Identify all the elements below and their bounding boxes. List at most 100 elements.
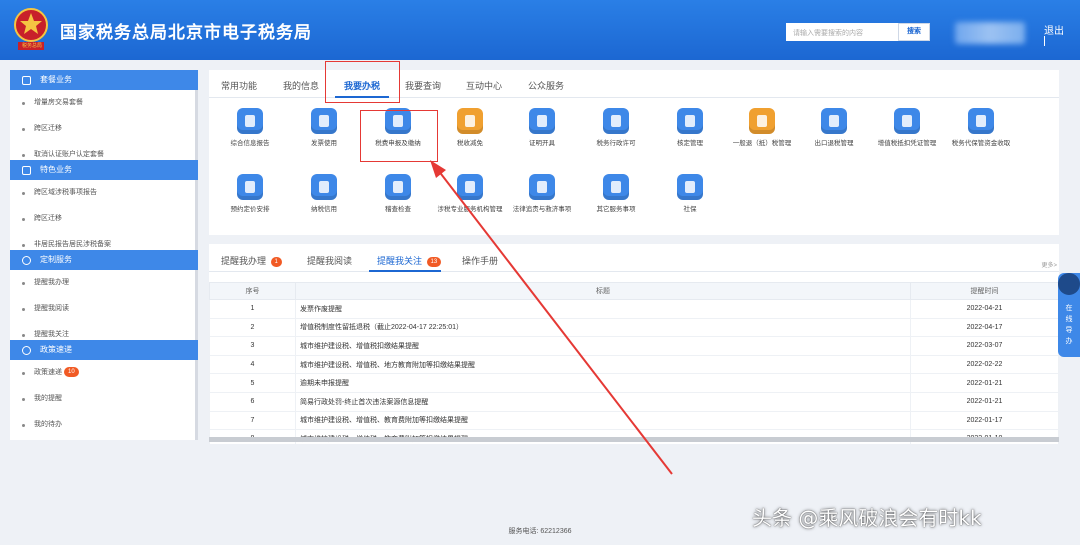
highlight-box-function <box>360 110 438 162</box>
sidebar-group-custom: 定制服务 提醒我办理 提醒我阅读 提醒我关注 <box>10 250 198 340</box>
sidebar-item[interactable]: 提醒我办理 <box>10 270 195 296</box>
row-index: 1 <box>209 299 296 319</box>
column-header: 序号 <box>209 282 296 300</box>
sidebar-group-special: 特色业务 跨区域涉税事项报告 跨区迁移 非居民报告居民涉税备案 <box>10 160 198 250</box>
function-item[interactable]: 核定管理 <box>654 108 726 148</box>
tab-common[interactable]: 常用功能 <box>221 79 257 92</box>
sidebar-item[interactable]: 我的提醒 <box>10 386 195 412</box>
function-icon <box>237 174 263 200</box>
table-row[interactable]: 5 逾期未申报提醒 2022-01-21 <box>209 373 1059 393</box>
function-item[interactable]: 其它服务事项 <box>580 174 652 214</box>
table-row[interactable]: 6 简易行政处罚-终止首次违法案源信息提醒 2022-01-21 <box>209 391 1059 412</box>
sidebar-list[interactable]: 增量房交易套餐 跨区迁移 取消认证账户认定套餐 <box>10 90 198 160</box>
row-date: 2022-04-17 <box>910 317 1059 338</box>
function-icon-detail <box>685 115 695 127</box>
function-item[interactable]: 纳税信用 <box>288 174 360 214</box>
online-help-label: 在线导办 <box>1065 305 1073 345</box>
sidebar-list[interactable]: 跨区域涉税事项报告 跨区迁移 非居民报告居民涉税备案 <box>10 180 198 250</box>
function-icon <box>821 108 847 134</box>
sidebar-group-header[interactable]: 政策速递 <box>10 340 198 360</box>
sidebar-item[interactable]: 提醒我关注 <box>10 322 195 340</box>
function-item[interactable]: 税务行政许可 <box>580 108 652 148</box>
reminder-table: 序号 标题 提醒时间 1 发票作废提醒 2022-04-21 2 增值税制度性留抵退税（… <box>209 282 1059 444</box>
sidebar-group-header[interactable]: 套餐业务 <box>10 70 198 90</box>
row-title[interactable]: 简易行政处罚-终止首次违法案源信息提醒 <box>295 391 911 412</box>
tab-remind-read[interactable]: 提醒我阅读 <box>307 254 352 267</box>
logout-divider <box>1044 36 1045 46</box>
function-label: 预约定价安排 <box>230 206 270 213</box>
count-badge: 1 <box>270 256 282 267</box>
row-date: 2022-01-21 <box>910 391 1059 412</box>
function-label: 一般退（抵）税管理 <box>732 140 792 147</box>
tab-my-info[interactable]: 我的信息 <box>283 79 319 92</box>
function-item[interactable]: 涉税专业服务机构管理 <box>434 174 506 214</box>
function-item[interactable]: 税收减免 <box>434 108 506 148</box>
tab-interaction[interactable]: 互动中心 <box>466 79 502 92</box>
table-row[interactable]: 3 城市维护建设税、增值税扣缴结果提醒 2022-03-07 <box>209 336 1059 356</box>
function-icon <box>385 174 411 200</box>
table-row[interactable]: 2 增值税制度性留抵退税（截止2022-04-17 22:25:01） 2022-0… <box>209 317 1059 338</box>
sidebar-group-header[interactable]: 特色业务 <box>10 160 198 180</box>
sidebar-item[interactable]: 我的待办 <box>10 412 195 438</box>
sidebar-item[interactable]: 政策速递 10 <box>10 360 195 386</box>
sidebar-item[interactable]: 跨区域涉税事项报告 <box>10 180 195 206</box>
row-date: 2022-03-07 <box>910 336 1059 356</box>
count-badge: 13 <box>426 256 442 267</box>
function-item[interactable]: 法律追责与救济事项 <box>506 174 578 214</box>
function-icon-detail <box>757 115 767 127</box>
function-item[interactable]: 发票使用 <box>288 108 360 148</box>
function-item[interactable]: 证明开具 <box>506 108 578 148</box>
function-item[interactable]: 增值税抵扣凭证管理 <box>871 108 943 148</box>
sidebar-item[interactable]: 非居民报告居民涉税备案 <box>10 232 195 250</box>
sidebar-list[interactable]: 政策速递 10 我的提醒 我的待办 <box>10 360 198 440</box>
column-header: 提醒时间 <box>910 282 1059 300</box>
sidebar-item[interactable]: 取消认证账户认定套餐 <box>10 142 195 160</box>
tab-manual[interactable]: 操作手册 <box>462 254 498 267</box>
tab-query[interactable]: 我要查询 <box>405 79 441 92</box>
table-row[interactable]: 4 城市维护建设税、增值税、地方教育附加等扣缴结果提醒 2022-02-22 <box>209 354 1059 375</box>
logout-link[interactable]: 退出 <box>1044 22 1064 37</box>
function-item[interactable]: 税务代保管资金收取 <box>945 108 1017 148</box>
row-index: 6 <box>209 391 296 412</box>
sidebar-item[interactable]: 提醒我阅读 <box>10 296 195 322</box>
sidebar: 套餐业务 增量房交易套餐 跨区迁移 取消认证账户认定套餐 特色业务 跨区域涉税事… <box>10 70 198 440</box>
search-input[interactable]: 请输入需要搜索的内容 <box>786 23 898 41</box>
row-title[interactable]: 城市维护建设税、增值税、教育费附加等扣缴结果提醒 <box>295 410 911 431</box>
function-label: 核定管理 <box>677 140 703 147</box>
function-item[interactable]: 社保 <box>654 174 726 214</box>
function-item[interactable]: 出口退税管理 <box>798 108 870 148</box>
row-title[interactable]: 城市维护建设税、增值税扣缴结果提醒 <box>295 336 911 356</box>
assistant-avatar-icon <box>1058 273 1080 295</box>
sidebar-item[interactable]: 增量房交易套餐 <box>10 90 195 116</box>
row-title[interactable]: 逾期未申报提醒 <box>295 373 911 393</box>
row-title[interactable]: 增值税制度性留抵退税（截止2022-04-17 22:25:01） <box>295 317 911 338</box>
function-item[interactable]: 综合信息报告 <box>214 108 286 148</box>
row-index: 4 <box>209 354 296 375</box>
search-button[interactable]: 搜索 <box>898 23 930 41</box>
function-icon <box>529 174 555 200</box>
tab-remind-follow[interactable]: 提醒我关注 13 <box>377 254 442 267</box>
count-badge: 10 <box>64 367 79 378</box>
function-icon-detail <box>537 181 547 193</box>
table-row[interactable]: 1 发票作废提醒 2022-04-21 <box>209 299 1059 319</box>
function-icon-detail <box>393 181 403 193</box>
function-item[interactable]: 稽查检查 <box>362 174 434 214</box>
more-link[interactable]: 更多> <box>1041 260 1057 269</box>
row-title[interactable]: 城市维护建设税、增值税、地方教育附加等扣缴结果提醒 <box>295 354 911 375</box>
tab-remind-handle[interactable]: 提醒我办理 1 <box>221 254 282 267</box>
function-item[interactable]: 预约定价安排 <box>214 174 286 214</box>
sidebar-group-header[interactable]: 定制服务 <box>10 250 198 270</box>
reminder-tabs: 提醒我办理 1 提醒我阅读 提醒我关注 13 操作手册 更多> <box>209 244 1059 272</box>
function-icon <box>968 108 994 134</box>
function-item[interactable]: 一般退（抵）税管理 <box>726 108 798 148</box>
tab-public-service[interactable]: 公众服务 <box>528 79 564 92</box>
table-row[interactable]: 7 城市维护建设税、增值税、教育费附加等扣缴结果提醒 2022-01-17 <box>209 410 1059 431</box>
row-index: 5 <box>209 373 296 393</box>
function-label: 涉税专业服务机构管理 <box>437 206 503 213</box>
sidebar-list[interactable]: 提醒我办理 提醒我阅读 提醒我关注 <box>10 270 198 340</box>
sidebar-item[interactable]: 跨区迁移 <box>10 116 195 142</box>
column-header: 标题 <box>295 282 911 300</box>
row-title[interactable]: 发票作废提醒 <box>295 299 911 319</box>
sidebar-item[interactable]: 跨区迁移 <box>10 206 195 232</box>
horizontal-scrollbar[interactable] <box>209 437 1059 442</box>
